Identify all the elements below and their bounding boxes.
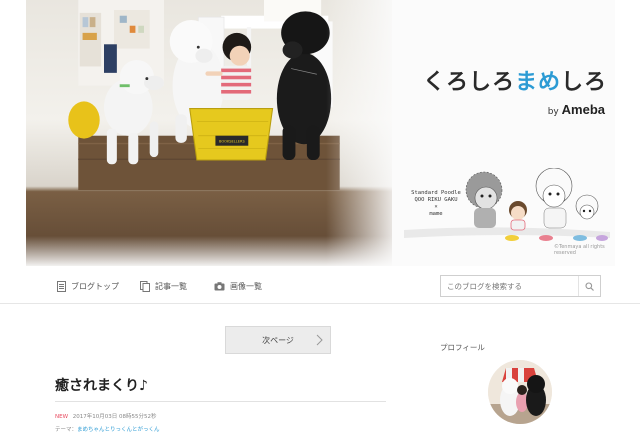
next-page-label: 次ページ [262,335,294,345]
theme-link[interactable]: まめちゃんとりっくんとがっくん [77,427,160,433]
search-icon [585,281,594,291]
avatar[interactable] [488,360,552,424]
nav-image-list-label: 画像一覧 [230,281,262,291]
header-photo: BOOKSELLERS [26,0,392,266]
copy-icon [140,280,150,292]
camera-icon [214,281,225,290]
entry-divider [55,401,386,402]
blog-logo[interactable]: くろしろまめしろ by Ameba [423,64,613,117]
entry-theme: テーマ：まめちゃんとりっくんとがっくん [55,425,160,433]
basket-label: BOOKSELLERS [219,140,246,144]
nav-article-list-label: 記事一覧 [155,281,187,291]
blog-nav-bar: ブログトップ 記事一覧 画像一覧 [0,266,640,304]
entry-title[interactable]: 癒されまくり♪ [55,375,148,395]
ameba-brand: by Ameba [547,102,605,117]
avatar-photo [488,360,552,424]
blog-search-box [440,275,601,297]
illustration-caption: Standard Poodle QOO RIKU GAKU × mame [411,190,461,217]
document-icon [57,280,66,292]
entry-date: 2017年10月03日 08時55分52秒 [72,414,157,420]
theme-prefix: テーマ： [55,427,78,433]
nav-blog-top-label: ブログトップ [71,281,119,291]
nav-blog-top[interactable]: ブログトップ [57,279,119,293]
blog-title: くろしろまめしろ [423,70,608,95]
entry-meta: NEW 2017年10月03日 08時55分52秒 [55,412,157,420]
blog-search-input[interactable] [441,277,573,295]
next-page-button[interactable]: 次ページ [225,326,331,354]
search-button[interactable] [578,276,600,296]
profile-heading: プロフィール [440,343,485,352]
new-badge: NEW [55,414,69,420]
nav-article-list[interactable]: 記事一覧 [140,279,187,293]
chevron-right-icon [316,334,323,346]
header-banner[interactable]: BOOKSELLERS くろしろまめしろ by Ameba Standard P… [26,0,615,266]
copyright-text: ©Tenmaya all rights reserved [554,244,605,256]
nav-image-list[interactable]: 画像一覧 [214,279,262,293]
